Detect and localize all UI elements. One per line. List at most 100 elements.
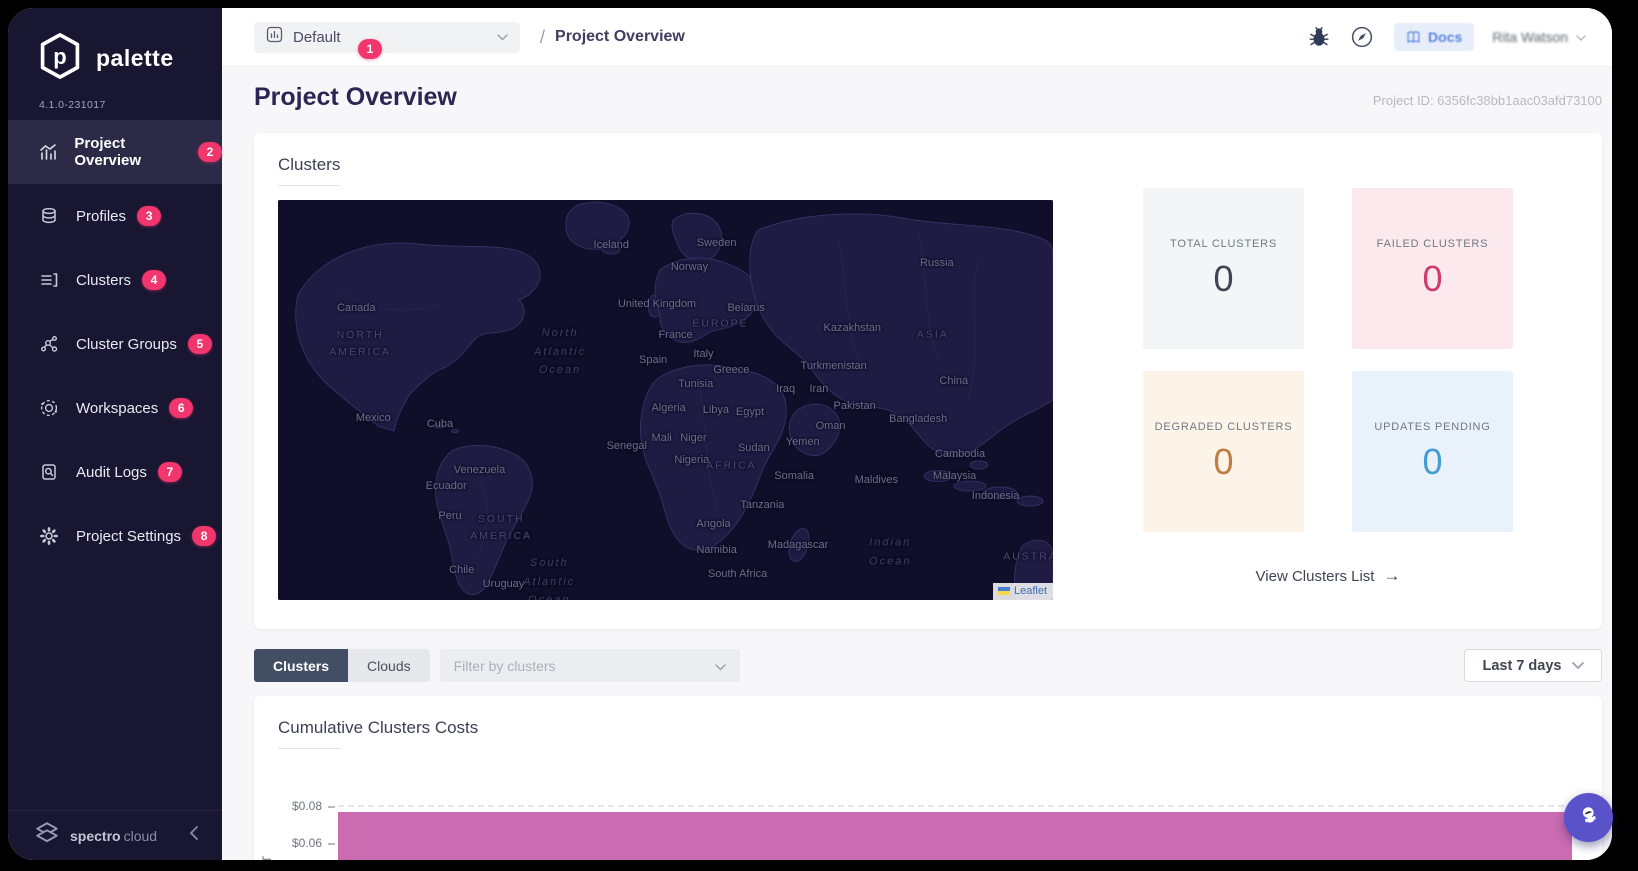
orbit-icon bbox=[38, 397, 60, 419]
stat-card: FAILED CLUSTERS 0 bbox=[1352, 188, 1513, 349]
app-name: palette bbox=[96, 45, 174, 71]
y-axis-tick: $0.06 bbox=[291, 836, 322, 850]
breadcrumb: / Project Overview bbox=[540, 27, 685, 48]
sidebar-item-audit-logs[interactable]: Audit Logs 7 bbox=[8, 440, 222, 504]
sidebar-item-label: Audit Logs bbox=[76, 463, 147, 481]
tab-clouds[interactable]: Clouds bbox=[348, 649, 430, 682]
main-area: Default 1 / Project Overview Docs Rita W… bbox=[222, 8, 1612, 860]
doc-search-icon bbox=[38, 461, 60, 483]
stat-label: FAILED CLUSTERS bbox=[1376, 237, 1489, 250]
arrow-right-icon: → bbox=[1383, 566, 1401, 585]
sidebar-item-profiles[interactable]: Profiles 3 bbox=[8, 184, 222, 248]
sidebar-item-clusters[interactable]: Clusters 4 bbox=[8, 248, 222, 312]
docs-label: Docs bbox=[1428, 29, 1463, 45]
sidebar-footer: spectro cloud bbox=[8, 810, 222, 860]
stat-card: DEGRADED CLUSTERS 0 bbox=[1143, 371, 1304, 532]
project-selector-value: Default bbox=[293, 28, 341, 46]
view-clusters-list-label: View Clusters List bbox=[1255, 567, 1375, 585]
bar-chart-icon bbox=[38, 141, 58, 163]
app-window: p palette 4.1.0-231017 Project Overview … bbox=[8, 8, 1612, 860]
tick-mark bbox=[328, 843, 335, 845]
annotation-badge: 6 bbox=[169, 398, 194, 418]
stat-value: 0 bbox=[1213, 440, 1234, 482]
compass-icon[interactable] bbox=[1350, 25, 1374, 49]
annotation-badge: 4 bbox=[142, 270, 167, 290]
tab-label: Clusters bbox=[273, 657, 330, 674]
ukraine-flag-icon bbox=[997, 587, 1010, 595]
sidebar-item-label: Project Overview bbox=[74, 135, 142, 169]
project-selector-dropdown[interactable]: Default 1 bbox=[254, 21, 520, 59]
sidebar: p palette 4.1.0-231017 Project Overview … bbox=[8, 8, 222, 860]
logo-row: p palette bbox=[8, 8, 222, 85]
costs-card: Cumulative Clusters Costs $0.08 $0.06 CO… bbox=[254, 696, 1602, 860]
sidebar-item-label: Workspaces bbox=[76, 399, 159, 417]
gear-icon bbox=[38, 525, 60, 547]
chevron-down-icon[interactable] bbox=[1576, 28, 1586, 46]
sidebar-item-cluster-groups[interactable]: Cluster Groups 5 bbox=[8, 312, 222, 376]
bug-icon[interactable] bbox=[1308, 26, 1330, 48]
stat-value: 0 bbox=[1213, 257, 1234, 299]
stat-label: DEGRADED CLUSTERS bbox=[1154, 420, 1293, 433]
layers-icon bbox=[38, 205, 60, 227]
sidebar-item-label: Profiles bbox=[76, 207, 127, 225]
mini-chart-icon bbox=[266, 26, 283, 48]
server-list-icon bbox=[38, 269, 60, 291]
stat-label: UPDATES PENDING bbox=[1374, 420, 1491, 433]
page-content: Project Overview Project ID: 6356fc38bb1… bbox=[222, 67, 1612, 860]
brand-name: spectro cloud bbox=[70, 827, 158, 844]
clusters-card-title: Clusters bbox=[278, 155, 341, 174]
cluster-stats: TOTAL CLUSTERS 0 FAILED CLUSTERS 0 DEGRA… bbox=[1143, 188, 1513, 600]
page-head: Project Overview Project ID: 6356fc38bb1… bbox=[254, 83, 1602, 119]
filter-by-clusters-dropdown[interactable]: Filter by clusters bbox=[439, 649, 740, 682]
stat-label: TOTAL CLUSTERS bbox=[1170, 237, 1277, 250]
sidebar-item-workspaces[interactable]: Workspaces 6 bbox=[8, 376, 222, 440]
palette-logo-icon: p bbox=[38, 32, 82, 85]
gridline bbox=[338, 805, 1594, 807]
tab-label: Clouds bbox=[367, 657, 411, 674]
stat-card: UPDATES PENDING 0 bbox=[1352, 371, 1513, 532]
annotation-badge: 1 bbox=[358, 38, 382, 59]
date-range-value: Last 7 days bbox=[1482, 657, 1562, 674]
annotation-badge: 7 bbox=[157, 462, 182, 482]
topbar-actions: Docs Rita Watson bbox=[1288, 23, 1612, 51]
title-underline bbox=[278, 748, 340, 749]
chevron-down-icon bbox=[497, 28, 508, 46]
topbar: Default 1 / Project Overview Docs Rita W… bbox=[222, 8, 1612, 67]
stat-card: TOTAL CLUSTERS 0 bbox=[1143, 188, 1304, 349]
world-map[interactable]: Iceland Sweden Norway Russia Canada United Ki… bbox=[278, 200, 1053, 600]
page-title: Project Overview bbox=[254, 83, 457, 111]
svg-text:p: p bbox=[53, 44, 66, 69]
annotation-badge: 8 bbox=[192, 526, 217, 546]
annotation-badge: 2 bbox=[198, 142, 222, 162]
stat-value: 0 bbox=[1422, 440, 1443, 482]
spectro-cloud-logo-icon bbox=[34, 820, 60, 851]
sidebar-nav: Project Overview 2 Profiles 3 Clusters 4… bbox=[8, 120, 222, 568]
filter-bar: Clusters Clouds Filter by clusters Last … bbox=[254, 649, 1602, 682]
tab-clusters[interactable]: Clusters bbox=[254, 649, 349, 682]
docs-button[interactable]: Docs bbox=[1394, 23, 1475, 51]
assistant-fab[interactable] bbox=[1564, 793, 1613, 842]
date-range-dropdown[interactable]: Last 7 days bbox=[1464, 649, 1602, 682]
book-icon bbox=[1406, 30, 1421, 45]
app-version: 4.1.0-231017 bbox=[39, 99, 106, 111]
sidebar-item-project-settings[interactable]: Project Settings 8 bbox=[8, 504, 222, 568]
annotation-badge: 5 bbox=[187, 334, 212, 354]
annotation-badge: 3 bbox=[137, 206, 162, 226]
chevron-down-icon bbox=[714, 658, 726, 674]
sidebar-item-project-overview[interactable]: Project Overview 2 bbox=[8, 120, 222, 184]
sidebar-item-label: Project Settings bbox=[76, 527, 182, 545]
user-menu[interactable]: Rita Watson bbox=[1492, 29, 1568, 45]
cost-area-series bbox=[338, 812, 1572, 860]
leaflet-attribution[interactable]: Leaflet bbox=[992, 583, 1053, 600]
y-axis-tick: $0.08 bbox=[291, 799, 322, 813]
view-clusters-list-link[interactable]: View Clusters List → bbox=[1256, 566, 1401, 586]
filter-placeholder: Filter by clusters bbox=[453, 657, 556, 674]
chevron-left-icon[interactable] bbox=[188, 825, 200, 846]
breadcrumb-separator: / bbox=[540, 26, 546, 47]
astronaut-icon bbox=[1577, 803, 1601, 832]
chevron-down-icon bbox=[1571, 658, 1584, 674]
leaflet-label: Leaflet bbox=[1013, 585, 1047, 597]
tick-mark bbox=[328, 806, 335, 808]
clusters-card: Clusters Iceland Sweden Norway Russia Ca… bbox=[254, 133, 1602, 629]
y-axis-title: COST bbox=[260, 855, 274, 860]
